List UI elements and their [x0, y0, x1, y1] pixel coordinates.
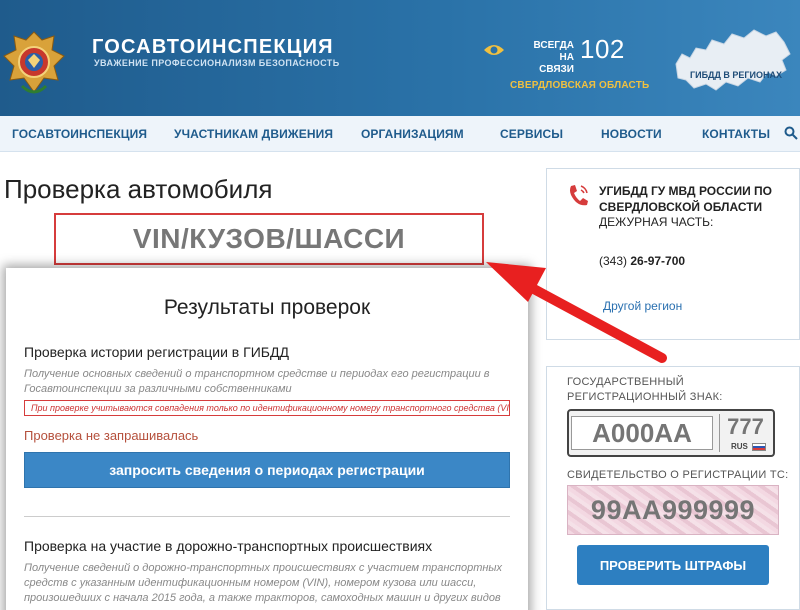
nav-item-organizations[interactable]: ОРГАНИЗАЦИЯМ	[361, 127, 464, 141]
russia-map-icon[interactable]	[672, 24, 792, 102]
plate-label: ГОСУДАРСТВЕННЫЙ РЕГИСТРАЦИОННЫЙ ЗНАК:	[567, 376, 723, 403]
org-title[interactable]: ГОСАВТОИНСПЕКЦИЯ	[92, 36, 334, 59]
results-panel: Результаты проверок Проверка истории рег…	[6, 268, 528, 610]
duty-phone-number: 26-97-700	[630, 254, 686, 268]
nav-item-gosavtoinspekciya[interactable]: ГОСАВТОИНСПЕКЦИЯ	[12, 127, 147, 141]
org-motto: УВАЖЕНИЕ ПРОФЕССИОНАЛИЗМ БЕЗОПАСНОСТЬ	[94, 58, 340, 68]
vin-input-highlight[interactable]: VIN/КУЗОВ/ШАССИ	[54, 213, 484, 265]
contact-org-name: УГИБДД ГУ МВД РОССИИ ПО СВЕРДЛОВСКОЙ ОБЛ…	[599, 184, 772, 214]
contact-card: УГИБДД ГУ МВД РОССИИ ПО СВЕРДЛОВСКОЙ ОБЛ…	[546, 168, 800, 340]
search-icon[interactable]	[784, 126, 798, 140]
other-region-link[interactable]: Другой регион	[603, 299, 682, 313]
accident-check-desc: Получение сведений о дорожно-транспортны…	[24, 562, 503, 604]
check-status: Проверка не запрашивалась	[24, 428, 199, 443]
accident-check-title: Проверка на участие в дорожно-транспортн…	[24, 538, 433, 554]
regions-map-label[interactable]: ГИБДД В РЕГИОНАХ	[690, 70, 782, 80]
request-registration-periods-button[interactable]: запросить сведения о периодах регистраци…	[24, 452, 510, 488]
duty-phone[interactable]: (343) 26-97-700	[599, 254, 685, 268]
nav-item-services[interactable]: СЕРВИСЫ	[500, 127, 563, 141]
nav-item-contacts[interactable]: КОНТАКТЫ	[702, 127, 770, 141]
plate-number-input[interactable]	[572, 417, 712, 449]
duty-phone-prefix: (343)	[599, 254, 631, 268]
plate-number-field-wrap	[571, 416, 713, 450]
section-divider	[24, 516, 510, 517]
always-connected-label: ВСЕГДА НА СВЯЗИ	[522, 40, 575, 76]
plate-region-input[interactable]	[720, 414, 771, 440]
main-nav: ГОСАВТОИНСПЕКЦИЯ УЧАСТНИКАМ ДВИЖЕНИЯ ОРГ…	[0, 116, 800, 152]
plate-region-wrap: RUS	[719, 414, 771, 452]
cert-number-input[interactable]	[568, 486, 778, 534]
hotline-number[interactable]: 102	[580, 34, 625, 65]
fines-check-card: ГОСУДАРСТВЕННЫЙ РЕГИСТРАЦИОННЫЙ ЗНАК: RU…	[546, 366, 800, 610]
phone-icon	[570, 185, 588, 206]
always-line1: ВСЕГДА	[533, 40, 575, 51]
current-region[interactable]: СВЕРДЛОВСКАЯ ОБЛАСТЬ	[510, 80, 649, 91]
results-title: Результаты проверок	[163, 296, 371, 319]
gibdd-emblem-icon[interactable]	[2, 22, 66, 100]
page-title: Проверка автомобиля	[4, 174, 273, 204]
registration-history-title: Проверка истории регистрации в ГИБДД	[24, 344, 289, 360]
russia-flag-icon	[752, 443, 766, 451]
nav-item-participants[interactable]: УЧАСТНИКАМ ДВИЖЕНИЯ	[174, 127, 333, 141]
site-header: ГОСАВТОИНСПЕКЦИЯ УВАЖЕНИЕ ПРОФЕССИОНАЛИЗ…	[0, 0, 800, 116]
registration-history-desc: Получение основных сведений о транспортн…	[24, 368, 490, 395]
cert-field-wrap	[567, 485, 779, 535]
nav-item-news[interactable]: НОВОСТИ	[601, 127, 662, 141]
license-plate: RUS	[567, 409, 775, 457]
vin-match-warning: При проверке учитываются совпадения толь…	[24, 400, 510, 416]
always-line2: НА СВЯЗИ	[539, 52, 574, 75]
check-fines-button[interactable]: ПРОВЕРИТЬ ШТРАФЫ	[577, 545, 769, 585]
eye-icon	[484, 45, 504, 55]
rus-label: RUS	[731, 442, 748, 451]
duty-label: ДЕЖУРНАЯ ЧАСТЬ:	[599, 215, 714, 229]
cert-label: СВИДЕТЕЛЬСТВО О РЕГИСТРАЦИИ ТС:	[567, 469, 789, 481]
